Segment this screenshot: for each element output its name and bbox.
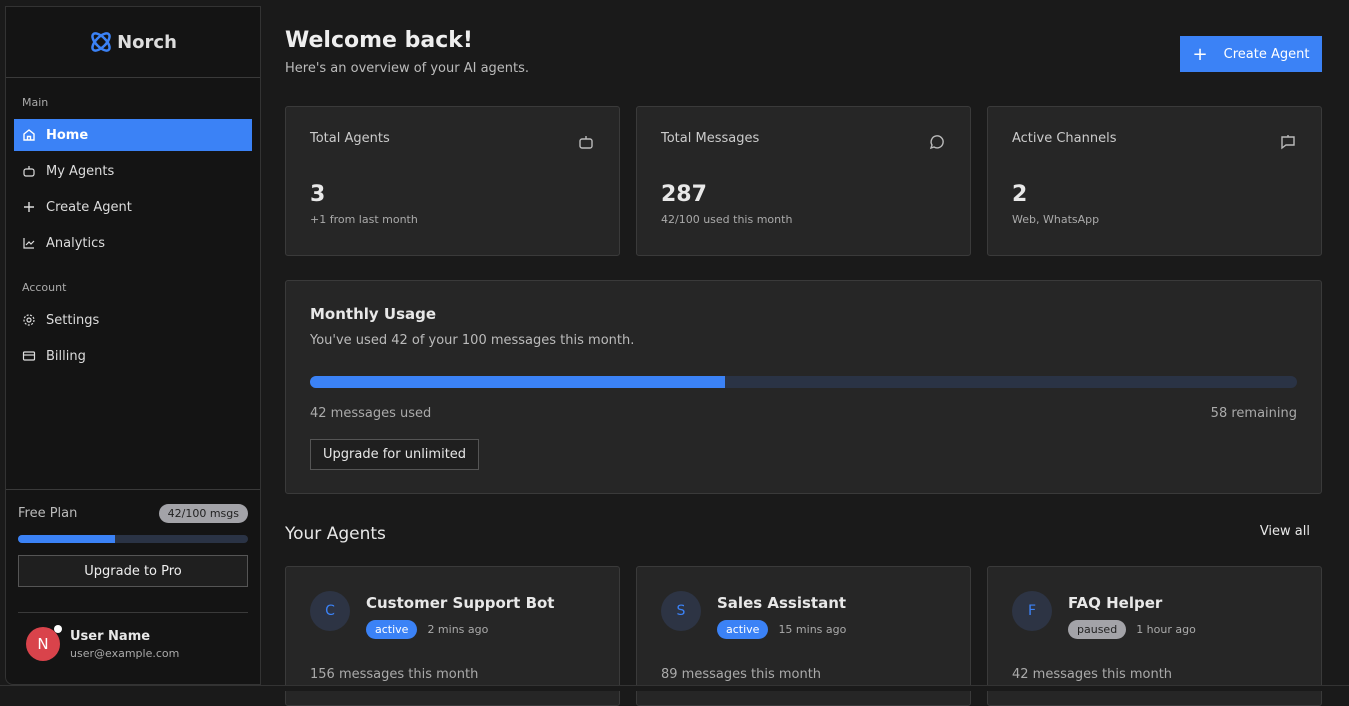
user-name: User Name — [70, 629, 179, 644]
agent-last-active: 15 mins ago — [778, 623, 846, 636]
upgrade-to-pro-button[interactable]: Upgrade to Pro — [18, 555, 248, 587]
plan-panel: Free Plan 42/100 msgs Upgrade to Pro N Us… — [6, 489, 260, 675]
logo[interactable]: Norch — [6, 7, 260, 78]
status-badge: paused — [1068, 620, 1126, 639]
usage-description: You've used 42 of your 100 messages this… — [310, 333, 1297, 348]
stat-value: 2 — [1012, 182, 1297, 207]
stat-detail: 42/100 used this month — [661, 213, 946, 226]
sidebar-item-create-agent[interactable]: Create Agent — [14, 191, 252, 223]
stat-card-total-messages: Total Messages 287 42/100 used this mont… — [636, 106, 971, 256]
user-email: user@example.com — [70, 647, 179, 660]
sidebar-item-label: Create Agent — [46, 200, 132, 215]
sidebar-item-billing[interactable]: Billing — [14, 340, 252, 372]
stat-value: 3 — [310, 182, 595, 207]
logo-icon — [89, 30, 113, 54]
page-subtitle: Here's an overview of your AI agents. — [285, 61, 1322, 76]
plus-icon — [22, 200, 36, 214]
status-badge: active — [366, 620, 417, 639]
message-circle-icon — [928, 133, 946, 151]
sidebar-item-my-agents[interactable]: My Agents — [14, 155, 252, 187]
sidebar-item-label: Settings — [46, 313, 99, 328]
usage-remaining: 58 remaining — [1211, 406, 1297, 421]
stat-title: Total Messages — [661, 131, 946, 146]
stat-detail: +1 from last month — [310, 213, 595, 226]
sidebar-item-analytics[interactable]: Analytics — [14, 227, 252, 259]
agent-name: Sales Assistant — [717, 594, 946, 612]
agent-name: FAQ Helper — [1068, 594, 1297, 612]
section-account-label: Account — [6, 263, 260, 304]
view-all-link[interactable]: View all — [1260, 524, 1310, 544]
agent-messages: 156 messages this month — [310, 667, 595, 682]
create-agent-button[interactable]: + Create Agent — [1180, 36, 1322, 72]
page-title: Welcome back! — [285, 28, 1322, 53]
stat-card-total-agents: Total Agents 3 +1 from last month — [285, 106, 620, 256]
avatar: N — [26, 627, 60, 661]
agent-last-active: 1 hour ago — [1136, 623, 1196, 636]
sidebar-item-label: My Agents — [46, 164, 114, 179]
sidebar-item-settings[interactable]: Settings — [14, 304, 252, 336]
main-content: Welcome back! Here's an overview of your… — [285, 6, 1322, 76]
stat-title: Active Channels — [1012, 131, 1297, 146]
agent-last-active: 2 mins ago — [427, 623, 488, 636]
monthly-usage-card: Monthly Usage You've used 42 of your 100… — [285, 280, 1322, 494]
bot-icon — [577, 133, 595, 151]
agents-section-title: Your Agents — [285, 524, 386, 544]
usage-used: 42 messages used — [310, 406, 431, 421]
bottom-edge — [0, 685, 1349, 691]
status-badge: active — [717, 620, 768, 639]
bot-icon — [22, 164, 36, 178]
sidebar-item-label: Billing — [46, 349, 86, 364]
agent-name: Customer Support Bot — [366, 594, 595, 612]
brand-name: Norch — [117, 32, 177, 53]
upgrade-unlimited-button[interactable]: Upgrade for unlimited — [310, 439, 479, 470]
agent-avatar: S — [661, 591, 701, 631]
stat-title: Total Agents — [310, 131, 595, 146]
agent-avatar: C — [310, 591, 350, 631]
sidebar-item-label: Analytics — [46, 236, 105, 251]
stat-card-active-channels: Active Channels 2 Web, WhatsApp — [987, 106, 1322, 256]
plan-usage-badge: 42/100 msgs — [159, 504, 248, 523]
create-agent-label: Create Agent — [1224, 47, 1310, 62]
stat-detail: Web, WhatsApp — [1012, 213, 1297, 226]
plan-name: Free Plan — [18, 506, 77, 521]
usage-progress-bar — [310, 376, 1297, 388]
stat-value: 287 — [661, 182, 946, 207]
sidebar: Norch Main Home My Agents Create Agent A… — [5, 6, 261, 685]
credit-card-icon — [22, 349, 36, 363]
home-icon — [22, 128, 36, 142]
agent-avatar: F — [1012, 591, 1052, 631]
plus-icon: + — [1193, 44, 1208, 65]
section-main-label: Main — [6, 78, 260, 119]
plan-progress-bar — [18, 535, 248, 543]
sidebar-item-home[interactable]: Home — [14, 119, 252, 151]
chart-icon — [22, 236, 36, 250]
user-profile[interactable]: N User Name user@example.com — [18, 612, 248, 661]
usage-title: Monthly Usage — [310, 305, 1297, 323]
agent-messages: 42 messages this month — [1012, 667, 1297, 682]
gear-icon — [22, 313, 36, 327]
agent-messages: 89 messages this month — [661, 667, 946, 682]
message-bot-icon — [1279, 133, 1297, 151]
sidebar-item-label: Home — [46, 128, 88, 143]
